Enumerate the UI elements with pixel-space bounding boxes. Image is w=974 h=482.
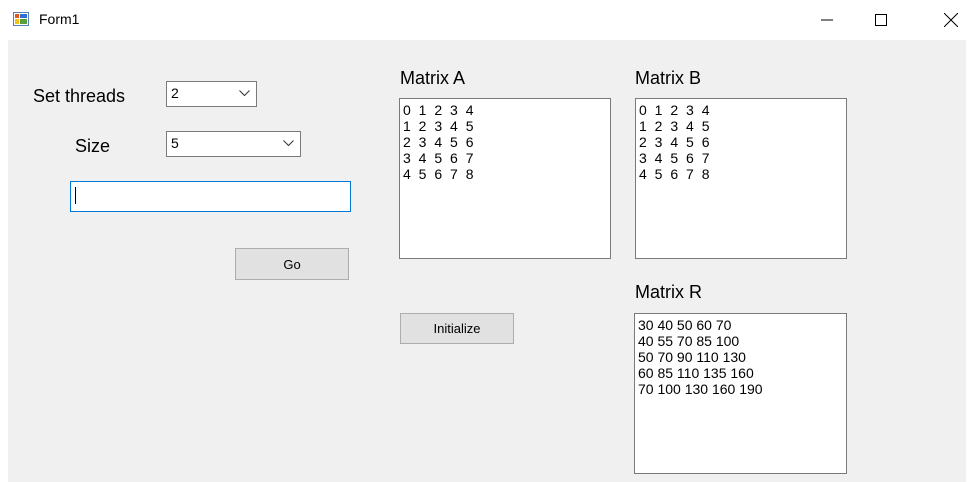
minimize-icon — [821, 19, 833, 21]
matrix-r-line: 60 85 110 135 160 — [638, 365, 754, 381]
matrix-b-line: 3 4 5 6 7 — [639, 150, 712, 166]
form-client-area: Set threads 2 Size 5 Go Matrix A 0 1 2 3… — [8, 40, 966, 482]
matrix-r-label: Matrix R — [635, 282, 702, 302]
matrix-b-label: Matrix B — [635, 68, 702, 88]
close-button[interactable] — [928, 0, 974, 40]
matrix-b-textbox[interactable]: 0 1 2 3 4 1 2 3 4 5 2 3 4 5 6 3 4 5 6 7 … — [635, 98, 847, 259]
title-bar: Form1 — [0, 0, 974, 40]
matrix-a-line: 3 4 5 6 7 — [403, 150, 476, 166]
matrix-r-line: 40 55 70 85 100 — [638, 333, 740, 349]
threads-value: 2 — [171, 85, 179, 101]
text-input[interactable] — [70, 181, 351, 212]
size-label: Size — [75, 136, 111, 156]
window-title: Form1 — [39, 11, 80, 27]
initialize-button[interactable]: Initialize — [400, 313, 514, 344]
matrix-a-line: 1 2 3 4 5 — [403, 118, 476, 134]
matrix-a-line: 4 5 6 7 8 — [403, 166, 476, 182]
matrix-r-textbox[interactable]: 30 40 50 60 70 40 55 70 85 100 50 70 90 … — [634, 313, 847, 474]
app-icon — [13, 12, 29, 26]
matrix-a-label: Matrix A — [400, 68, 466, 88]
chevron-down-icon — [239, 90, 250, 97]
size-combobox[interactable]: 5 — [166, 131, 301, 157]
size-value: 5 — [171, 135, 179, 151]
matrix-a-textbox[interactable]: 0 1 2 3 4 1 2 3 4 5 2 3 4 5 6 3 4 5 6 7 … — [399, 98, 611, 259]
matrix-b-line: 4 5 6 7 8 — [639, 166, 712, 182]
matrix-r-line: 30 40 50 60 70 — [638, 317, 732, 333]
matrix-b-line: 0 1 2 3 4 — [639, 102, 712, 118]
matrix-a-line: 2 3 4 5 6 — [403, 134, 476, 150]
matrix-b-line: 2 3 4 5 6 — [639, 134, 712, 150]
set-threads-label: Set threads — [33, 86, 126, 106]
matrix-b-line: 1 2 3 4 5 — [639, 118, 712, 134]
chevron-down-icon — [283, 140, 294, 147]
maximize-button[interactable] — [858, 0, 904, 40]
text-caret — [75, 187, 76, 204]
matrix-r-line: 50 70 90 110 130 — [638, 349, 746, 365]
close-icon — [944, 13, 958, 27]
go-button[interactable]: Go — [235, 248, 349, 280]
maximize-icon — [875, 14, 887, 26]
matrix-r-line: 70 100 130 160 190 — [638, 381, 763, 397]
minimize-button[interactable] — [804, 0, 850, 40]
threads-combobox[interactable]: 2 — [166, 81, 257, 107]
matrix-a-line: 0 1 2 3 4 — [403, 102, 476, 118]
